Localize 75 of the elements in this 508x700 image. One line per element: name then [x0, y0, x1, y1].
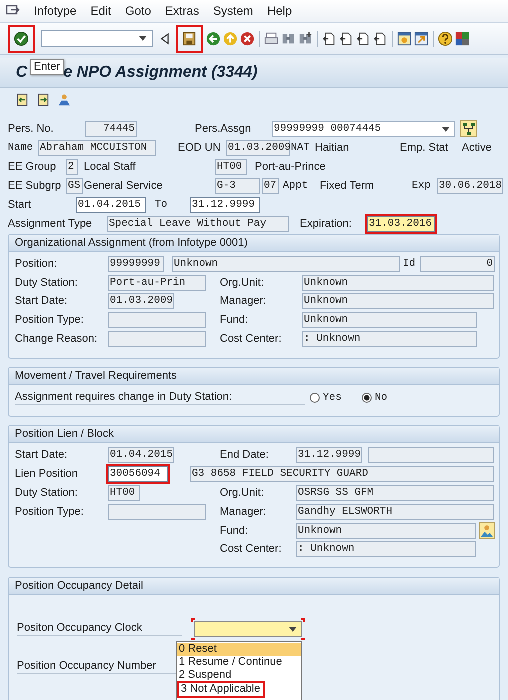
display-field: GS — [66, 178, 83, 194]
field-label: Start — [8, 198, 32, 210]
group-title: Position Lien / Block — [9, 426, 499, 443]
display-field: 01.03.2009 — [226, 140, 290, 156]
display-field: HT00 — [215, 158, 247, 174]
field-label: Duty Station: — [15, 276, 78, 289]
display-field: 31.12.9999 — [296, 447, 362, 464]
field-label: Position Type: — [15, 506, 84, 518]
field-label: Change Reason: — [15, 332, 98, 345]
field-label: EE Subgrp — [8, 180, 62, 192]
display-field: HT00 — [108, 484, 140, 501]
display-field: Abraham MCCUISTON — [38, 140, 156, 156]
field-label: EE Group — [8, 160, 56, 172]
display-field: 0 — [420, 256, 495, 272]
display-field: 2 — [66, 158, 78, 174]
group-title: Position Occupancy Detail — [9, 578, 499, 595]
field-label: Duty Station: — [15, 486, 78, 499]
field-label: Expiration: — [300, 218, 352, 230]
value-text: Port-au-Prince — [255, 160, 326, 172]
display-field: Unknown — [172, 256, 400, 272]
field-label: Appt — [283, 180, 308, 192]
value-text: Local Staff — [84, 160, 136, 172]
field-label: Org.Unit: — [220, 276, 264, 289]
field-label: Exp — [412, 180, 431, 192]
field-label: Lien Position — [15, 468, 78, 480]
display-field: G3 8658 FIELD SECURITY GUARD — [190, 466, 494, 482]
group-title: Movement / Travel Requirements — [9, 368, 499, 385]
field-label: Cost Center: — [220, 332, 282, 345]
display-field: G-3 — [215, 178, 260, 194]
field-label: Pers.Assgn — [195, 122, 252, 134]
display-field: Unknown — [296, 522, 476, 539]
tooltip: Enter — [30, 59, 64, 75]
display-field: Unknown — [302, 312, 477, 328]
display-field: : Unknown — [296, 541, 476, 558]
field-label: To — [155, 198, 168, 210]
field-label: Start Date: — [15, 295, 68, 308]
field-label: Assignment Type — [8, 218, 92, 230]
display-field: OSRSG SS GFM — [296, 484, 494, 501]
field-label: Id — [403, 258, 416, 270]
field-label: EOD UN — [178, 142, 221, 154]
field-label: Fund: — [220, 314, 248, 326]
field-label: Emp. Stat — [400, 142, 448, 154]
field-label: Fund: — [220, 524, 248, 537]
field-label: Pers. No. — [8, 122, 54, 134]
group-title: Organizational Assignment (from Infotype 0001) — [9, 235, 499, 252]
field-label: Name — [8, 142, 34, 154]
display-field: Unknown — [302, 274, 494, 291]
field-label: Manager: — [220, 506, 266, 518]
display-field: Unknown — [302, 293, 494, 310]
value-text: Haitian — [315, 142, 350, 154]
field-label: Cost Center: — [220, 543, 282, 556]
display-field: Port-au-Prin — [108, 274, 206, 291]
field-label: NAT — [291, 142, 310, 154]
display-field: 01.03.2009 — [108, 293, 174, 310]
value-text: Active — [462, 142, 492, 154]
field-label: Start Date: — [15, 449, 68, 462]
screen-title: C — [16, 64, 28, 82]
display-field: Gandhy ELSWORTH — [296, 504, 494, 520]
display-field: : Unknown — [302, 330, 477, 347]
value-text: General Service — [84, 180, 163, 192]
screen-title: e NPO Assignment (3344) — [64, 64, 258, 82]
field-label: Assignment requires change in Duty Station: — [15, 390, 305, 405]
field-label: Org.Unit: — [220, 486, 264, 499]
display-field: 99999999 — [108, 256, 164, 272]
field-label: Position Type: — [15, 314, 84, 326]
display-field: 07 — [262, 178, 279, 194]
value-text: Fixed Term — [320, 180, 374, 192]
field-label: Position: — [15, 258, 58, 270]
display-field: 01.04.2015 — [108, 447, 174, 464]
field-label: End Date: — [220, 449, 269, 462]
display-field: Special Leave Without Pay — [107, 216, 289, 232]
display-field: 74445 — [85, 120, 137, 136]
display-field: 30.06.2018 — [437, 178, 503, 194]
field-label: Manager: — [220, 295, 266, 308]
field-label: Positon Occupancy Clock — [17, 622, 182, 636]
